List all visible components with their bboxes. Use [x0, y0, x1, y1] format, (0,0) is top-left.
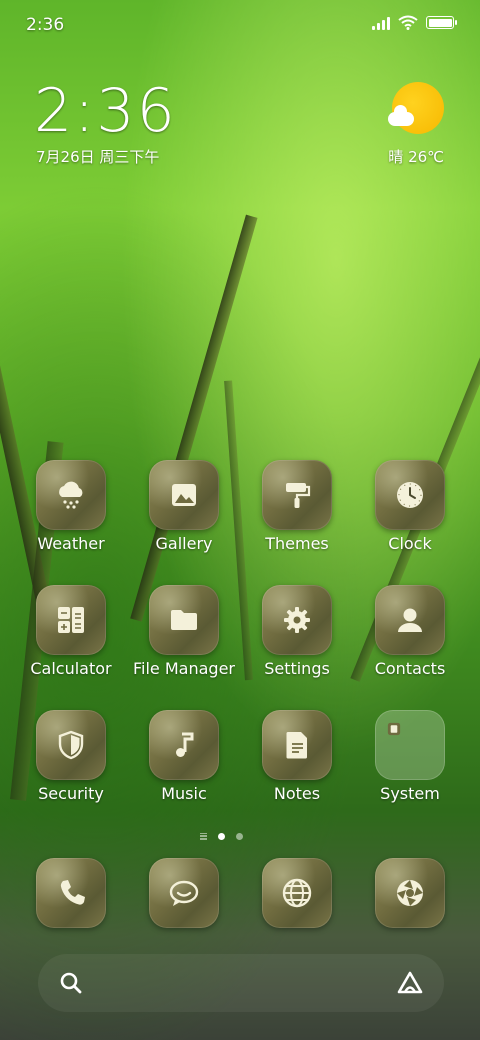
folder-grid-icon	[375, 710, 445, 780]
app-weather[interactable]: Weather	[11, 460, 131, 553]
search-icon[interactable]	[58, 970, 84, 996]
status-time: 2:36	[26, 15, 65, 35]
wifi-icon	[398, 15, 418, 30]
app-folder-system[interactable]: System	[350, 710, 470, 803]
battery-icon	[426, 16, 457, 29]
minus-one-screen-indicator	[200, 832, 207, 840]
message-icon	[149, 858, 219, 928]
gear-icon	[262, 585, 332, 655]
app-themes[interactable]: Themes	[237, 460, 357, 553]
signal-icon	[372, 16, 390, 30]
app-notes[interactable]: Notes	[237, 710, 357, 803]
app-security[interactable]: Security	[11, 710, 131, 803]
page-dot	[236, 832, 243, 840]
calculator-icon	[36, 585, 106, 655]
paint-roller-icon	[262, 460, 332, 530]
app-label: Clock	[388, 534, 432, 553]
dock-camera[interactable]	[350, 858, 470, 928]
app-label: Settings	[264, 659, 330, 678]
clock-widget-time[interactable]: 2:36	[34, 76, 177, 146]
camera-aperture-icon	[375, 858, 445, 928]
person-icon	[375, 585, 445, 655]
app-label: Contacts	[374, 659, 446, 678]
music-note-icon	[149, 710, 219, 780]
app-contacts[interactable]: Contacts	[350, 585, 470, 678]
search-bar[interactable]	[38, 954, 444, 1012]
page-indicator[interactable]	[200, 830, 260, 842]
app-label: Themes	[265, 534, 329, 553]
dock-browser[interactable]	[237, 858, 357, 928]
weather-widget-text[interactable]: 晴 26℃	[388, 146, 444, 167]
folder-icon	[149, 585, 219, 655]
document-icon	[262, 710, 332, 780]
dock-messages[interactable]	[124, 858, 244, 928]
app-settings[interactable]: Settings	[237, 585, 357, 678]
assistant-icon[interactable]	[396, 969, 424, 997]
app-clock[interactable]: Clock	[350, 460, 470, 553]
shield-icon	[36, 710, 106, 780]
phone-icon	[36, 858, 106, 928]
app-label: Calculator	[30, 659, 112, 678]
image-icon	[149, 460, 219, 530]
app-file-manager[interactable]: File Manager	[124, 585, 244, 678]
clock-icon	[375, 460, 445, 530]
status-bar: 2:36	[0, 0, 480, 48]
app-label: Notes	[273, 784, 321, 803]
app-label: Weather	[37, 534, 105, 553]
app-gallery[interactable]: Gallery	[124, 460, 244, 553]
app-label: Gallery	[155, 534, 213, 553]
globe-icon	[262, 858, 332, 928]
weather-widget[interactable]	[388, 82, 444, 138]
dock-phone[interactable]	[11, 858, 131, 928]
app-label: File Manager	[133, 659, 235, 678]
app-label: Music	[161, 784, 207, 803]
app-label: System	[380, 784, 440, 803]
cloud-snow-icon	[36, 460, 106, 530]
clock-widget-date[interactable]: 7月26日 周三下午	[36, 146, 159, 167]
status-icons	[372, 15, 457, 30]
cloud-icon	[388, 105, 414, 126]
app-music[interactable]: Music	[124, 710, 244, 803]
app-calculator[interactable]: Calculator	[11, 585, 131, 678]
app-label: Security	[38, 784, 104, 803]
page-dot-active	[218, 832, 225, 840]
